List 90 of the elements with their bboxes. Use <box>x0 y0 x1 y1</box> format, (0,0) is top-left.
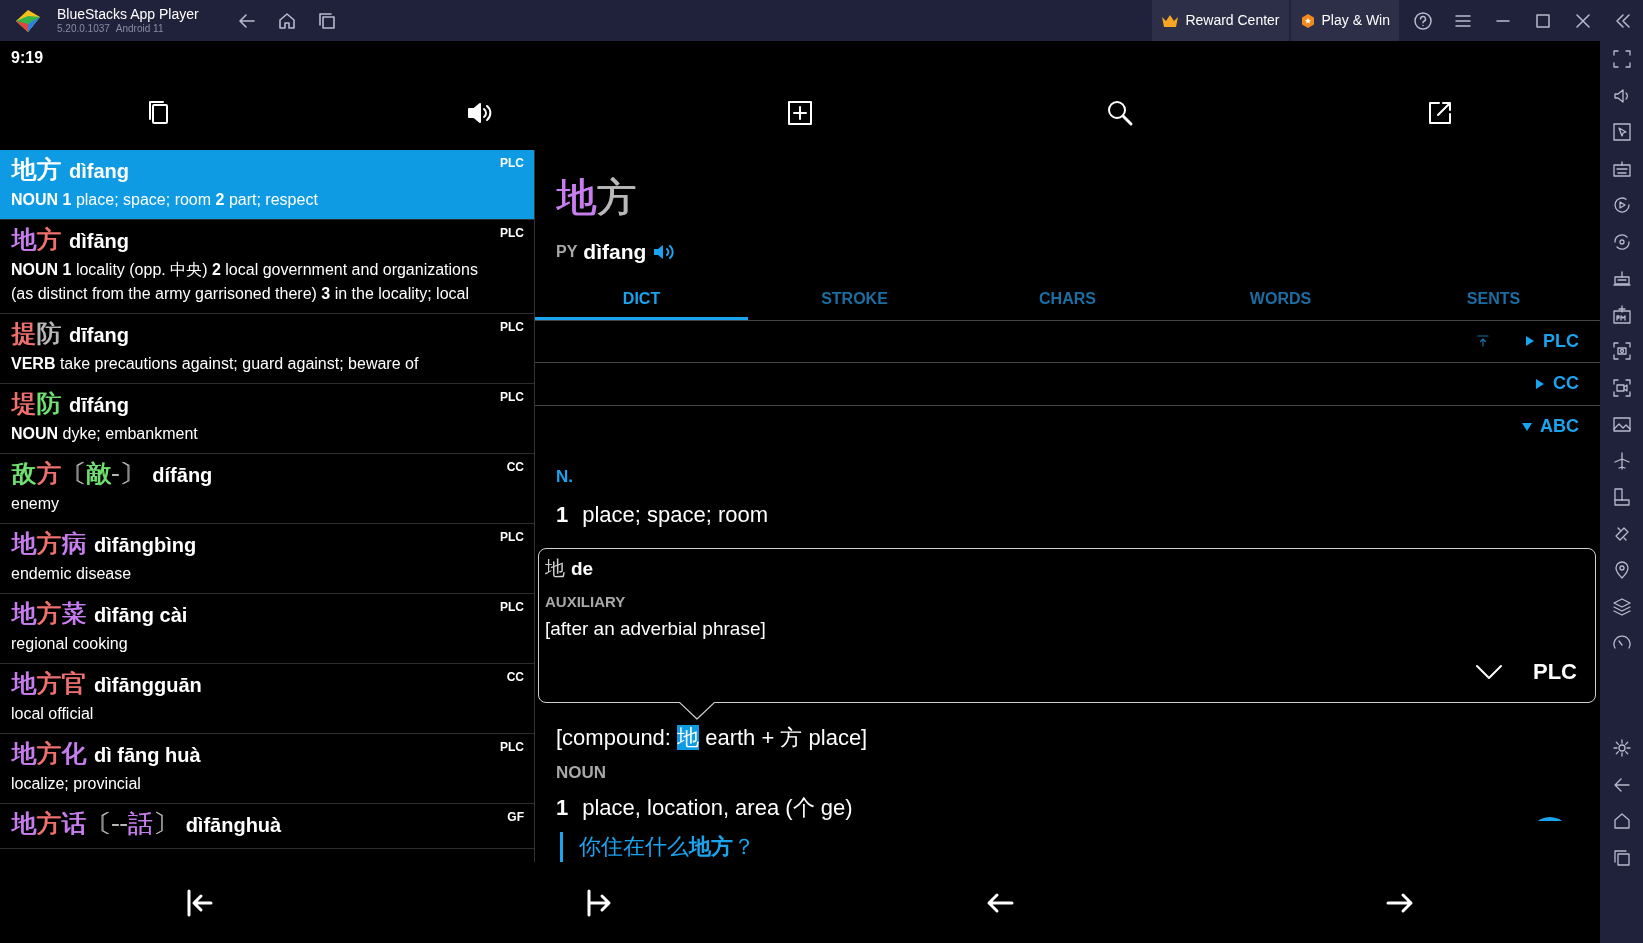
part-of-speech: N. <box>556 466 574 488</box>
reward-center-button[interactable]: Reward Center <box>1152 0 1289 41</box>
definition-text: enemy <box>11 494 61 514</box>
screenshot-icon[interactable] <box>1611 341 1632 361</box>
source-label: PLC <box>500 599 524 616</box>
chevron-down-icon[interactable] <box>1475 663 1503 680</box>
section-toggle[interactable]: PLC <box>1525 327 1579 355</box>
pinyin-text: dìfang <box>583 239 647 265</box>
replay-icon[interactable] <box>1611 195 1632 215</box>
source-label: CC <box>506 669 524 686</box>
tab[interactable]: CHARS <box>961 281 1174 320</box>
apk-icon[interactable] <box>1611 304 1632 325</box>
part-of-speech: NOUN <box>556 761 608 784</box>
badge-icon <box>1299 12 1316 29</box>
source-label: GF <box>507 809 524 826</box>
section-toggle[interactable]: ABC <box>1522 413 1579 441</box>
pinyin-text: dìfāng cài <box>94 603 188 628</box>
collapse-triangle-icon <box>1522 421 1532 432</box>
definition-text: regional cooking <box>11 634 129 654</box>
android-label: Android 11 <box>115 24 164 34</box>
source-label: PLC <box>500 155 524 172</box>
fullscreen-icon[interactable] <box>1611 49 1632 69</box>
headword-text: 地方病 <box>11 528 86 559</box>
section-toggle[interactable]: CC <box>1535 370 1579 398</box>
source-label: PLC <box>500 529 524 546</box>
gallery-icon[interactable] <box>1611 414 1632 434</box>
expand-triangle-icon <box>1525 336 1535 347</box>
window-title: BlueStacks App Player <box>57 7 199 21</box>
pinyin-text: dífāng <box>152 463 213 488</box>
play-and-win-button[interactable]: Play & Win <box>1290 0 1399 41</box>
definition-text: VERB take precautions against; guard against; beware of <box>11 354 420 374</box>
pinyin-text: dīfáng <box>69 393 129 418</box>
sense-text: place; space; room <box>582 500 769 529</box>
crown-icon <box>1161 13 1180 28</box>
record-icon[interactable] <box>1611 377 1632 398</box>
pinyin-text: dìfānghuà <box>185 813 282 838</box>
pinyin-text: dìfāngguān <box>94 673 202 698</box>
home-icon[interactable] <box>1611 811 1632 831</box>
tab[interactable]: SENTS <box>1387 281 1600 320</box>
source-label: CC <box>506 459 524 476</box>
headword-text: 地方话〔--話〕 <box>11 808 178 839</box>
etymology-text: [compound: 地 earth + 方 place] <box>556 723 869 752</box>
part-of-speech: AUXILIARY <box>545 591 627 612</box>
pinyin-text: dīfang <box>69 323 129 348</box>
pinyin-text: dì fāng huà <box>94 743 201 768</box>
popup-character: 地 <box>545 556 565 581</box>
sense-number: 1 <box>556 794 569 822</box>
layers-icon[interactable] <box>1611 596 1632 617</box>
home-icon[interactable] <box>276 10 297 31</box>
version-label: 5.20.0.1037 <box>57 24 110 34</box>
pinyin-label: PY <box>556 241 578 262</box>
definition-text: NOUN dyke; embankment <box>11 424 199 444</box>
definition-text: local official <box>11 704 95 724</box>
definition-text: NOUN 1 place; space; room 2 part; respect <box>11 190 319 210</box>
popup-definition: [after an adverbial phrase] <box>545 617 767 641</box>
source-label: PLC <box>500 739 524 756</box>
source-label: PLC <box>500 319 524 336</box>
tab[interactable]: STROKE <box>748 281 961 320</box>
headword-text: 地方 <box>556 175 636 219</box>
example-sentence: 你住在什么地方？ <box>560 832 1579 862</box>
tab[interactable]: WORDS <box>1174 281 1387 320</box>
scroll-top-icon[interactable] <box>1477 335 1489 348</box>
definition-text: localize; provincial <box>11 774 142 794</box>
sense-number: 1 <box>556 500 569 529</box>
sense-text: place, location, area (个 ge) <box>582 794 853 822</box>
definition-text: endemic disease <box>11 564 133 584</box>
source-label: PLC <box>1533 658 1577 686</box>
headword-text: 敌方〔敵-〕 <box>11 458 145 489</box>
popup-pinyin: de <box>571 557 594 581</box>
expand-triangle-icon <box>1535 378 1545 389</box>
pinyin-text: dìfang <box>69 159 129 184</box>
clock-time: 9:19 <box>11 48 44 68</box>
headword-text: 地方 <box>11 154 61 185</box>
cursor-icon[interactable] <box>1611 122 1632 142</box>
headword-text: 地方官 <box>11 668 86 699</box>
source-label: PLC <box>500 225 524 242</box>
headword-text: 地方化 <box>11 738 86 769</box>
pinyin-text: dìfāng <box>69 229 129 254</box>
definition-text: NOUN 1 locality (opp. 中央) 2 local government and organizations (as distinct from the army garrisoned there) 3 in the locality; local <box>11 260 479 304</box>
pinyin-text: dìfāngbìng <box>94 533 197 558</box>
recent-apps-icon[interactable] <box>1611 847 1632 868</box>
help-icon[interactable] <box>1413 10 1433 31</box>
headword-text: 地方菜 <box>11 598 86 629</box>
tab[interactable]: DICT <box>535 281 748 320</box>
rotate-icon[interactable] <box>1611 231 1632 252</box>
headword-text: 地方 <box>11 224 61 255</box>
source-label: PLC <box>500 389 524 406</box>
headword-text: 提防 <box>11 318 61 349</box>
headword-text: 堤防 <box>11 388 61 419</box>
recent-apps-icon[interactable] <box>316 10 337 31</box>
